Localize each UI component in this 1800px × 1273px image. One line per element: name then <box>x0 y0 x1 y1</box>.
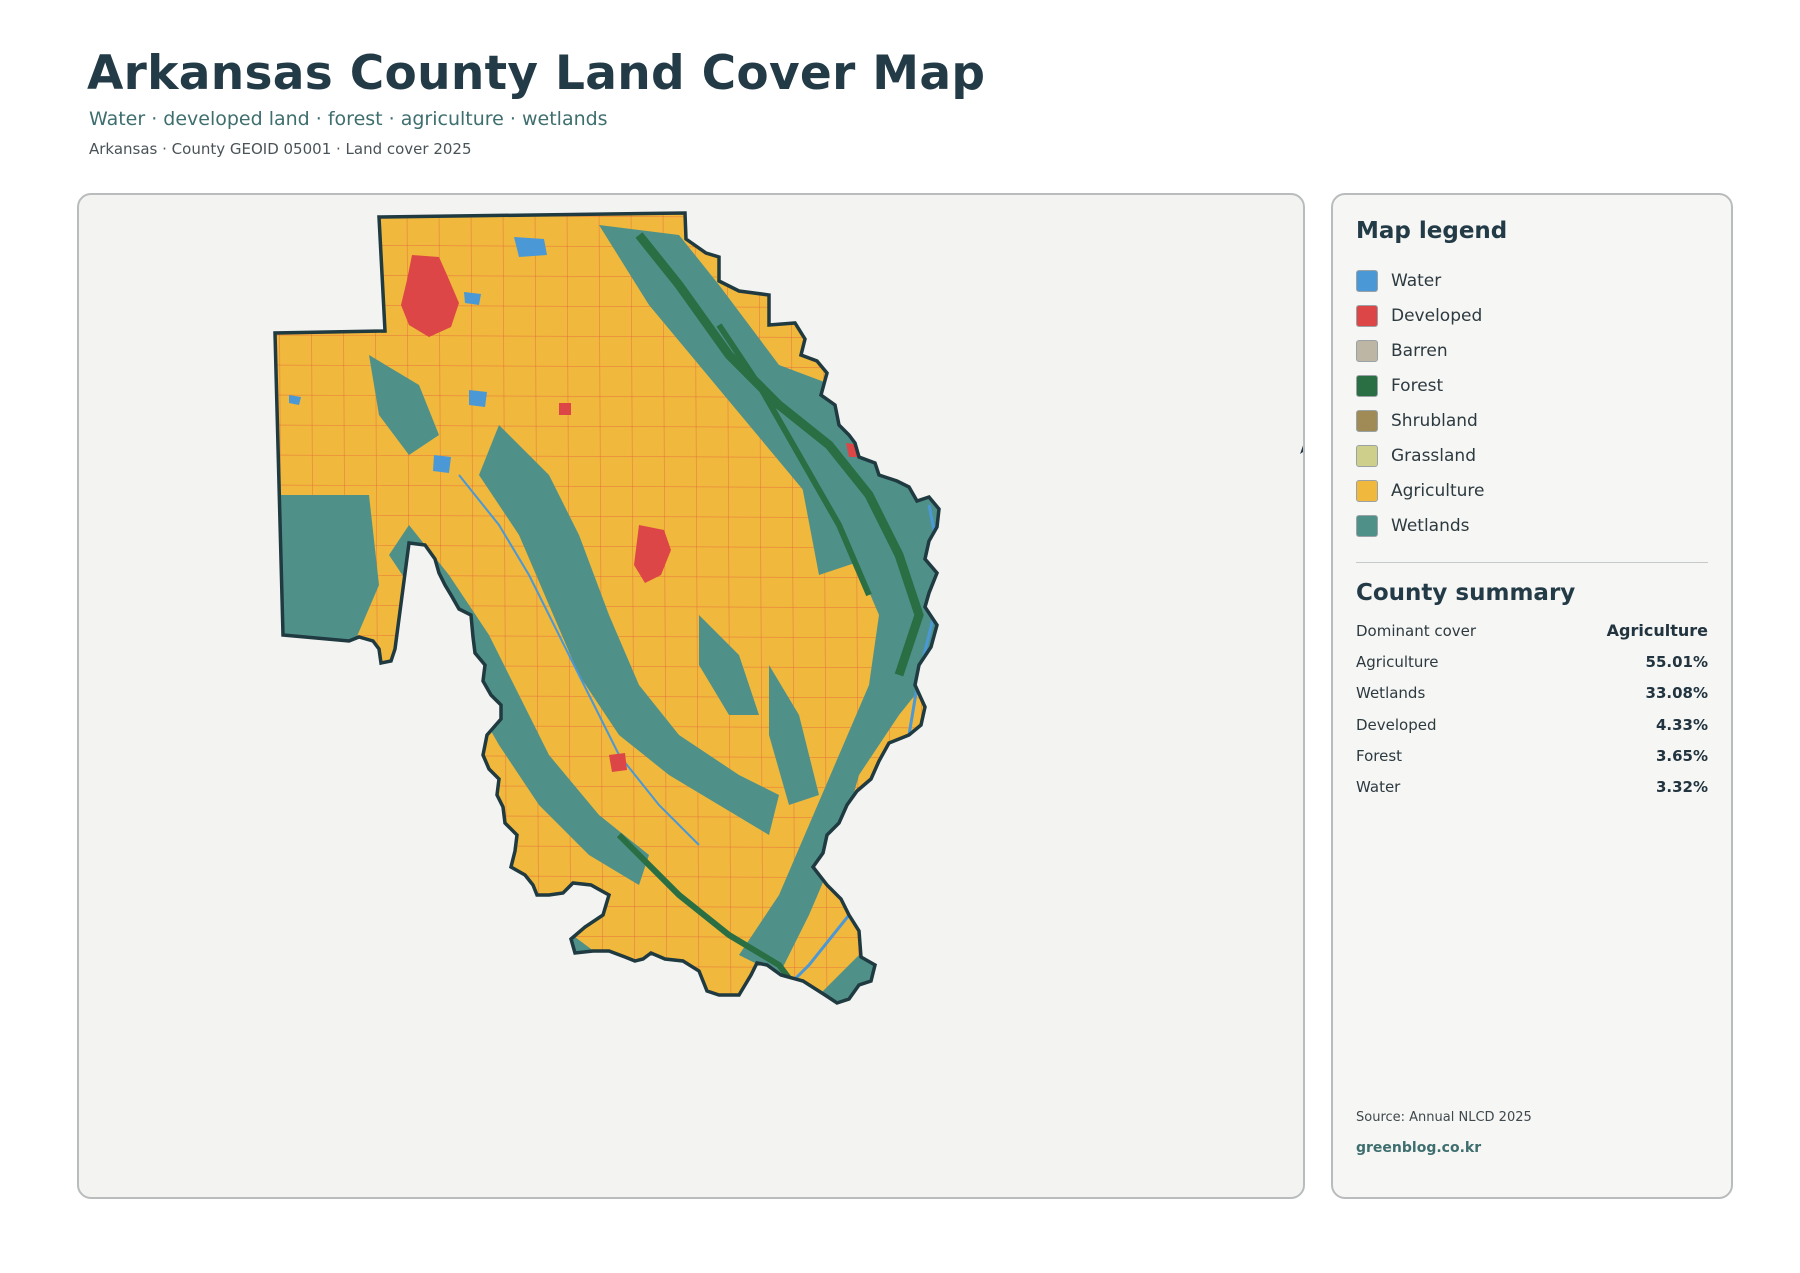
north-arrow-icon <box>1300 445 1303 454</box>
legend-list: Water Developed Barren Forest Shrubland Grass… <box>1356 263 1485 543</box>
legend-item: Forest <box>1356 368 1485 403</box>
legend-heading: Map legend <box>1356 218 1508 244</box>
summary-value: 3.32% <box>1655 778 1708 797</box>
credit-link[interactable]: greenblog.co.kr <box>1356 1140 1481 1156</box>
legend-label: Shrubland <box>1391 410 1478 431</box>
legend-label: Agriculture <box>1391 480 1485 501</box>
source-note: Source: Annual NLCD 2025 <box>1356 1110 1532 1125</box>
summary-row: Dominant cover Agriculture <box>1356 615 1708 646</box>
page-caption: Arkansas · County GEOID 05001 · Land cov… <box>89 140 472 158</box>
legend-item: Shrubland <box>1356 403 1485 438</box>
summary-value: Agriculture <box>1606 621 1708 641</box>
land-cover-layer <box>275 213 939 1003</box>
summary-label: Dominant cover <box>1356 621 1477 640</box>
panel-divider <box>1356 562 1708 563</box>
legend-swatch <box>1356 339 1378 362</box>
legend-label: Barren <box>1391 340 1448 361</box>
page-title: Arkansas County Land Cover Map <box>87 46 986 101</box>
legend-swatch <box>1356 409 1378 432</box>
summary-label: Wetlands <box>1356 684 1426 703</box>
legend-item: Developed <box>1356 298 1485 333</box>
developed-town-center <box>559 403 571 415</box>
legend-item: Barren <box>1356 333 1485 368</box>
legend-label: Developed <box>1391 305 1483 326</box>
wetlands-west <box>275 495 379 735</box>
north-arrow: N <box>1297 418 1303 454</box>
legend-swatch <box>1356 374 1378 397</box>
road-line <box>275 994 939 999</box>
summary-heading: County summary <box>1356 580 1576 606</box>
summary-value: 3.65% <box>1655 746 1708 765</box>
legend-label: Forest <box>1391 375 1444 396</box>
legend-label: Water <box>1391 270 1442 291</box>
legend-item: Wetlands <box>1356 508 1485 543</box>
legend-item: Agriculture <box>1356 473 1485 508</box>
map-panel[interactable]: N <box>77 193 1305 1199</box>
legend-item: Grassland <box>1356 438 1485 473</box>
legend-item: Water <box>1356 263 1485 298</box>
summary-row: Forest 3.65% <box>1356 740 1708 771</box>
summary-row: Wetlands 33.08% <box>1356 678 1708 709</box>
legend-label: Grassland <box>1391 445 1476 466</box>
summary-row: Water 3.32% <box>1356 771 1708 802</box>
legend-swatch <box>1356 444 1378 467</box>
summary-row: Agriculture 55.01% <box>1356 646 1708 677</box>
legend-label: Wetlands <box>1391 515 1470 536</box>
summary-value: 4.33% <box>1655 715 1708 734</box>
summary-label: Water <box>1356 778 1401 797</box>
summary-value: 33.08% <box>1645 684 1708 703</box>
summary-row: Developed 4.33% <box>1356 709 1708 740</box>
summary-value: 55.01% <box>1645 652 1708 671</box>
summary-table: Dominant cover Agriculture Agriculture 55.0… <box>1356 615 1708 803</box>
legend-swatch <box>1356 269 1378 292</box>
summary-label: Developed <box>1356 715 1437 734</box>
page-subtitle: Water · developed land · forest · agricu… <box>89 108 608 130</box>
summary-label: Forest <box>1356 746 1403 765</box>
legend-swatch <box>1356 514 1378 537</box>
developed-town-south <box>609 753 627 772</box>
summary-label: Agriculture <box>1356 652 1439 671</box>
legend-swatch <box>1356 479 1378 502</box>
side-panel: Map legend Water Developed Barren Forest Shr… <box>1331 193 1733 1199</box>
legend-swatch <box>1356 304 1378 327</box>
county-map[interactable] <box>79 195 1303 1197</box>
